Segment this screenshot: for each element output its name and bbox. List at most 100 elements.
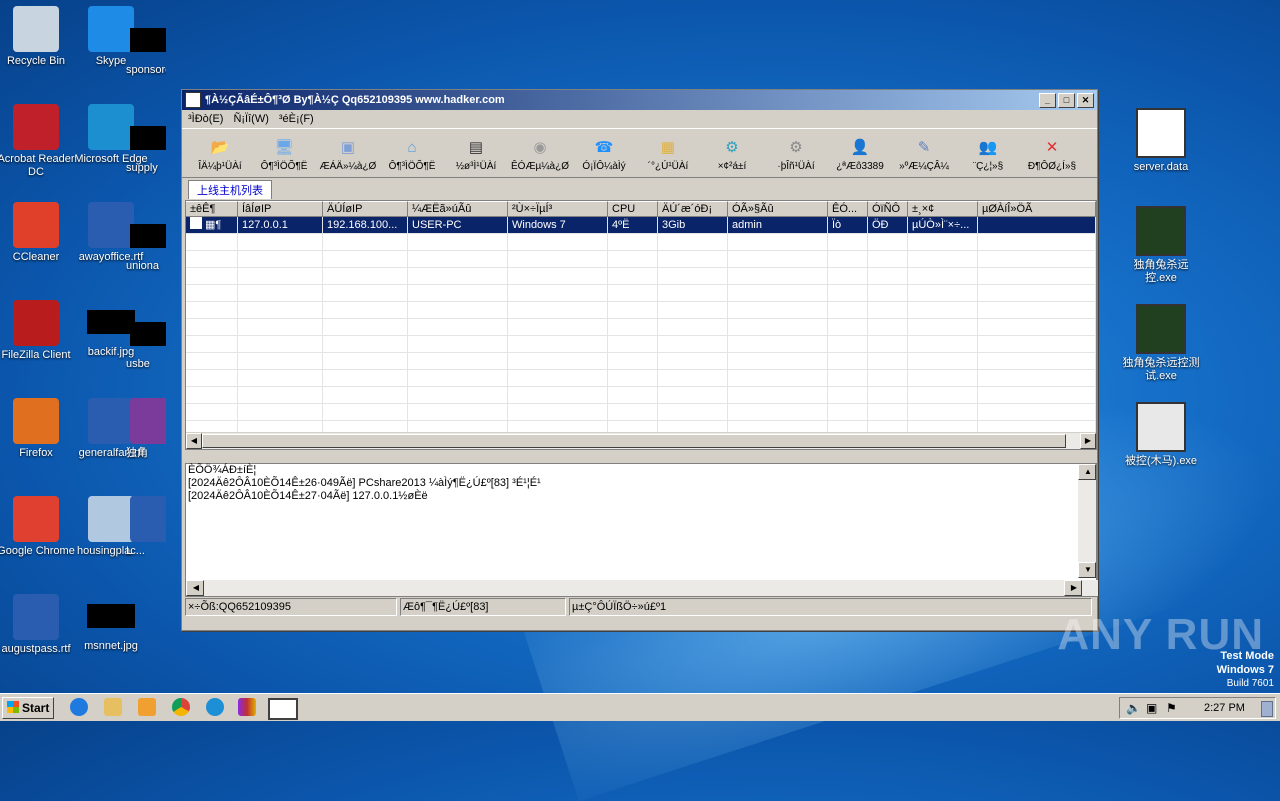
desktop-icon[interactable]: msnnet.jpg xyxy=(71,594,151,653)
desktop-icon[interactable]: usbe xyxy=(126,300,166,371)
column-header[interactable]: ÄÚÍøIP xyxy=(323,201,408,217)
table-cell xyxy=(908,387,978,404)
desktop-icon-label: 独角兔杀远控测试.exe xyxy=(1122,357,1200,382)
scroll-right-arrow[interactable]: ▶ xyxy=(1080,433,1096,449)
media-player-icon[interactable] xyxy=(138,698,156,716)
toolbar-button-label: ×¢²á±í xyxy=(717,161,747,172)
table-cell xyxy=(868,387,908,404)
column-header[interactable]: ²Ù×÷ÏµÍ³ xyxy=(508,201,608,217)
column-header[interactable]: ÄÚ´æ´óÐ¡ xyxy=(658,201,728,217)
column-header[interactable]: µØÀíÎ»ÖÃ xyxy=(978,201,1096,217)
menu-options[interactable]: Ñ¡Ïî(W) xyxy=(233,113,268,125)
desktop-icon[interactable]: L xyxy=(126,496,166,558)
desktop-icon[interactable]: uniona xyxy=(126,202,166,273)
toolbar-button[interactable]: ◉ ÊÓÆµ¼à¿Ø xyxy=(508,136,572,172)
explorer-icon[interactable] xyxy=(104,698,122,716)
tab-online-hosts[interactable]: 上线主机列表 xyxy=(188,180,272,199)
desktop-icon[interactable]: CCleaner xyxy=(0,202,76,264)
rat-app-taskbar-button[interactable] xyxy=(268,698,298,720)
toolbar-button[interactable]: ▦ ´°¿Ú¹ÜÀí xyxy=(636,136,700,172)
table-row[interactable]: ▦¶ 127.0.0.1 192.168.100... USER-PC Windows … xyxy=(186,217,1096,234)
start-button[interactable]: Start xyxy=(2,697,54,719)
toolbar-button[interactable]: ▤ ½ø³Ì¹ÜÀí xyxy=(444,136,508,172)
toolbar-button[interactable]: ✎ »ºÆ¼ÇÂ¼ xyxy=(892,136,956,172)
table-cell xyxy=(978,404,1096,421)
table-cell xyxy=(828,404,868,421)
start-label: Start xyxy=(22,701,50,715)
table-cell xyxy=(978,251,1096,268)
desktop-icon[interactable]: server.data xyxy=(1121,108,1201,174)
desktop-icon[interactable]: Acrobat Reader DC xyxy=(0,104,76,179)
desktop-icon[interactable]: FileZilla Client xyxy=(0,300,76,362)
show-desktop-button[interactable] xyxy=(1261,701,1273,717)
horizontal-scrollbar[interactable]: ◀ ▶ xyxy=(186,432,1096,449)
log-vertical-scrollbar[interactable]: ▲ ▼ xyxy=(1078,464,1096,578)
desktop-icon[interactable]: Firefox xyxy=(0,398,76,460)
scroll-thumb[interactable] xyxy=(202,434,1066,448)
toolbar-button[interactable]: ⚙ ·þÎñ¹ÜÀí xyxy=(764,136,828,172)
menu-program[interactable]: ³ÌÐò(E) xyxy=(188,113,223,125)
scroll-down-arrow[interactable]: ▼ xyxy=(1078,562,1096,578)
users-icon: 👥 xyxy=(978,139,998,156)
desktop-icon[interactable]: augustpass.rtf xyxy=(0,594,76,656)
toolbar-button[interactable]: 🖥 Ô¶³ÌÖÕ¶Ë xyxy=(252,136,316,172)
desktop-icon[interactable]: Google Chrome xyxy=(0,496,76,558)
table-cell xyxy=(186,251,238,268)
table-cell xyxy=(828,234,868,251)
column-header[interactable]: ±¸×¢ xyxy=(908,201,978,217)
maximize-button[interactable]: □ xyxy=(1058,92,1075,108)
close-button[interactable]: ✕ xyxy=(1077,92,1094,108)
toolbar-button[interactable]: 👤 ¿ªÆô3389 xyxy=(828,136,892,172)
minimize-button[interactable]: _ xyxy=(1039,92,1056,108)
scroll-up-arrow[interactable]: ▲ xyxy=(1078,464,1096,480)
column-header[interactable]: ÊÓ... xyxy=(828,201,868,217)
toolbar-button[interactable]: ✕ Ð¶ÔØ¿Í»§ xyxy=(1020,136,1084,172)
table-cell xyxy=(728,370,828,387)
scroll-left-arrow[interactable]: ◀ xyxy=(186,580,204,596)
table-cell: 127.0.0.1 xyxy=(238,217,323,234)
table-cell xyxy=(608,285,658,302)
chrome-icon[interactable] xyxy=(172,698,190,716)
desktop-icon[interactable]: 被控(木马).exe xyxy=(1121,402,1201,468)
log-horizontal-scrollbar[interactable]: ◀ ▶ xyxy=(186,580,1098,596)
menu-extract[interactable]: ³éÈ¡(F) xyxy=(279,113,314,125)
toolbar-button-label: Ô¶³ÌÖÕ¶Ë xyxy=(388,161,436,172)
desktop-icon[interactable]: Recycle Bin xyxy=(0,6,76,68)
desktop-icon[interactable]: 独角兔杀远控测试.exe xyxy=(1121,304,1201,383)
scroll-right-arrow[interactable]: ▶ xyxy=(1064,580,1082,596)
scroll-left-arrow[interactable]: ◀ xyxy=(186,433,202,449)
ie-icon[interactable] xyxy=(70,698,88,716)
toolbar-button[interactable]: 📂 ÎÄ¼þ¹ÜÀí xyxy=(188,136,252,172)
table-cell xyxy=(408,336,508,353)
speaker-icon[interactable]: 🔈 xyxy=(1126,698,1141,718)
toolbar-button-label: ÎÄ¼þ¹ÜÀí xyxy=(198,161,242,172)
column-header[interactable]: ÓÃ»§Ãû xyxy=(728,201,828,217)
desktop-icon[interactable]: 独角 xyxy=(126,398,166,460)
toolbar-button[interactable]: ▣ ÆÁÄ»¼à¿Ø xyxy=(316,136,380,172)
table-cell xyxy=(186,387,238,404)
desktop-icon-label: L xyxy=(126,545,133,557)
column-header[interactable]: ÓïÑÔ xyxy=(868,201,908,217)
column-header[interactable]: CPU xyxy=(608,201,658,217)
table-cell xyxy=(908,285,978,302)
close-icon: ✕ xyxy=(1045,139,1059,156)
winrar-icon[interactable] xyxy=(238,698,256,716)
toolbar-button[interactable]: ☎ Ó¡ÏÔ¼àÌý xyxy=(572,136,636,172)
flag-icon[interactable]: ⚑ xyxy=(1166,698,1177,718)
row-checkbox[interactable] xyxy=(190,217,202,229)
network-icon[interactable]: ▣ xyxy=(1146,698,1157,718)
table-cell xyxy=(408,285,508,302)
desktop-icon[interactable]: supply xyxy=(126,104,166,175)
toolbar-button[interactable]: 👥 ¨Ç¿¦»§ xyxy=(956,136,1020,172)
column-header[interactable]: ¼ÆËã»úÃû xyxy=(408,201,508,217)
column-header[interactable]: ÍâÍøIP xyxy=(238,201,323,217)
window-titlebar[interactable]: ¶À½ÇÃâÉ±Ô¶³Ø By¶À½Ç Qq652109395 www.hadk… xyxy=(182,90,1097,110)
desktop-icon[interactable]: 独角兔杀远控.exe xyxy=(1121,206,1201,285)
toolbar-button[interactable]: ⚙ ×¢²á±í xyxy=(700,136,764,172)
table-cell xyxy=(238,302,323,319)
desktop-icon[interactable]: sponsored... xyxy=(126,6,166,77)
toolbar-button[interactable]: ⌂ Ô¶³ÌÖÕ¶Ë xyxy=(380,136,444,173)
column-header[interactable]: ±êÊ¶ xyxy=(186,201,238,217)
edge-icon[interactable] xyxy=(206,698,224,716)
clock[interactable]: 2:27 PM xyxy=(1204,698,1245,718)
